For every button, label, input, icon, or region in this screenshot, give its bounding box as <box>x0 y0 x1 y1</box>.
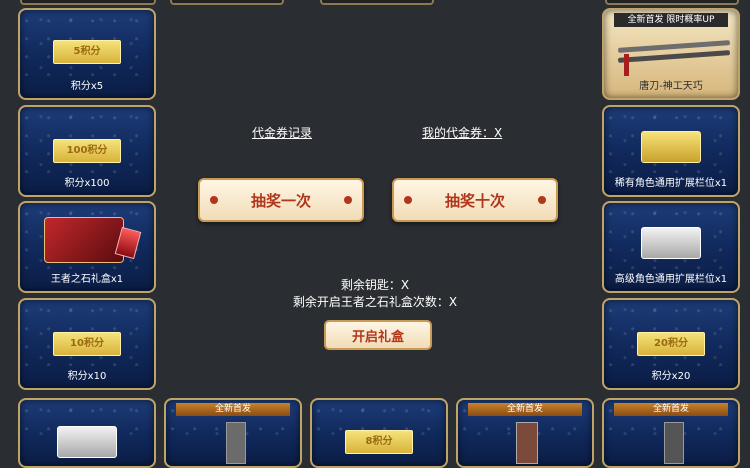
card-stub <box>20 0 156 5</box>
reward-card-rare-slot[interactable]: 稀有角色通用扩展栏位x1 <box>602 105 740 197</box>
points-ticket-icon: 100积分 <box>53 139 121 163</box>
silver-key-card-icon <box>641 227 701 259</box>
gold-key-card-icon <box>641 131 701 163</box>
reward-label: 稀有角色通用扩展栏位x1 <box>614 178 728 189</box>
new-release-tag: 全新首发 <box>176 403 290 416</box>
reward-card-points-10[interactable]: 10积分 积分x10 <box>18 298 156 390</box>
points-ticket-icon: 5积分 <box>53 40 121 64</box>
reward-card-points-100[interactable]: 100积分 积分x100 <box>18 105 156 197</box>
draw-ten-button[interactable]: 抽奖十次 <box>392 178 558 222</box>
reward-card-tang-blade[interactable]: 全新首发 限时概率UP 唐刀-神工天巧 <box>602 8 740 100</box>
reward-card-kings-stone-box[interactable]: 王者之石礼盒x1 <box>18 201 156 293</box>
points-ticket-icon: 10积分 <box>53 332 121 356</box>
boxes-remaining-text: 剩余开启王者之石礼盒次数：X <box>292 295 458 309</box>
ornament-icon <box>538 196 546 204</box>
points-ticket-icon: 8积分 <box>345 430 413 454</box>
open-box-label: 开启礼盒 <box>351 329 404 345</box>
reward-card-points-20[interactable]: 20积分 积分x20 <box>602 298 740 390</box>
reward-label: 积分x100 <box>64 178 110 189</box>
ornament-icon <box>404 196 412 204</box>
silver-key-card-icon <box>57 426 117 458</box>
reward-label: 王者之石礼盒x1 <box>50 274 124 285</box>
points-ticket-icon: 20积分 <box>637 332 705 356</box>
sword-icon <box>617 50 731 63</box>
reward-label: 唐刀-神工天巧 <box>639 81 703 92</box>
gift-box-icon <box>44 217 124 263</box>
tassel-icon <box>624 54 629 76</box>
draw-once-button[interactable]: 抽奖一次 <box>198 178 364 222</box>
card-stub <box>320 0 434 5</box>
reward-label: 高级角色通用扩展栏位x1 <box>614 274 728 285</box>
keys-remaining-text: 剩余钥匙：X <box>340 278 410 292</box>
reward-label: 积分x5 <box>70 81 104 92</box>
new-release-tag: 全新首发 <box>468 403 582 416</box>
draw-once-label: 抽奖一次 <box>250 191 311 210</box>
ornament-icon <box>344 196 352 204</box>
reward-label: 积分x10 <box>67 371 107 382</box>
draw-ten-label: 抽奖十次 <box>444 191 505 210</box>
my-voucher-link[interactable]: 我的代金券：X <box>422 124 502 141</box>
open-box-button[interactable]: 开启礼盒 <box>324 320 432 350</box>
new-release-tag: 全新首发 <box>614 403 728 416</box>
card-stub <box>170 0 284 5</box>
reward-label: 积分x20 <box>651 371 691 382</box>
voucher-record-link[interactable]: 代金券记录 <box>252 124 312 141</box>
reward-card-points-5[interactable]: 5积分 积分x5 <box>18 8 156 100</box>
limited-tag: 全新首发 限时概率UP <box>614 13 728 27</box>
reward-card-advanced-slot[interactable]: 高级角色通用扩展栏位x1 <box>602 201 740 293</box>
ornament-icon <box>210 196 218 204</box>
card-stub <box>605 0 739 5</box>
